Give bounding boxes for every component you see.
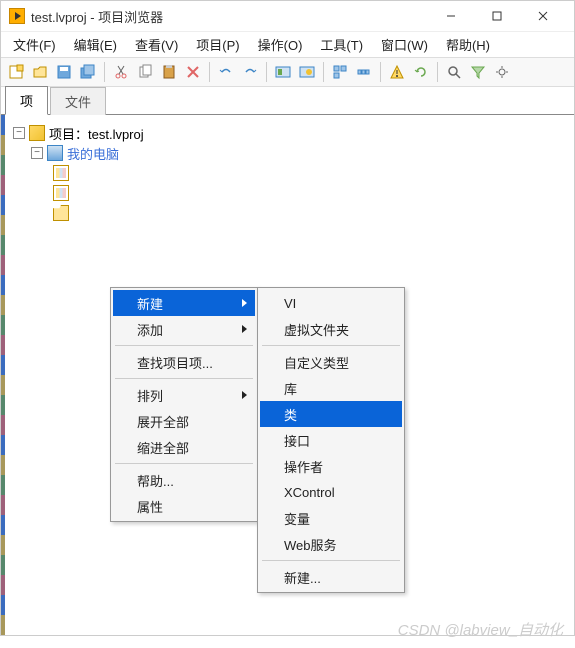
context-menu: 新建添加查找项目项... 排列展开全部缩进全部帮助...属性 xyxy=(110,287,258,522)
app-icon xyxy=(9,8,25,24)
expand-icon[interactable]: − xyxy=(31,147,43,159)
menu-arrange[interactable]: 排列 xyxy=(113,382,255,408)
menu-separator xyxy=(115,463,253,464)
tree-view[interactable]: − 项目：test.lvproj − 我的电脑 新建添加查找项目项... 排列展开… xyxy=(1,115,574,635)
tree-root[interactable]: − 项目：test.lvproj xyxy=(9,123,570,143)
refresh-button[interactable] xyxy=(410,61,432,83)
toolbar-separator xyxy=(104,62,105,82)
window-controls xyxy=(428,1,566,31)
menu-find-project-items[interactable]: 查找项目项... xyxy=(113,349,255,375)
menu-expand-all[interactable]: 展开全部 xyxy=(113,408,255,434)
tree-node-mycomputer[interactable]: − 我的电脑 xyxy=(9,143,570,163)
menu-new-webservice[interactable]: Web服务 xyxy=(260,531,402,557)
menu-collapse-all[interactable]: 缩进全部 xyxy=(113,434,255,460)
menu-new-vi[interactable]: VI xyxy=(260,290,402,316)
context-submenu-new: VI虚拟文件夹自定义类型库类接口操作者XControl变量Web服务新建... xyxy=(257,287,405,593)
show-palette-button[interactable] xyxy=(296,61,318,83)
tree-root-label: 项目：test.lvproj xyxy=(49,124,144,143)
menu-new-class[interactable]: 类 xyxy=(260,401,402,427)
project-icon xyxy=(29,125,45,141)
find-button[interactable] xyxy=(443,61,465,83)
paste-button[interactable] xyxy=(158,61,180,83)
menu-window[interactable]: 窗口(W) xyxy=(373,32,436,57)
submenu-arrow-icon xyxy=(242,325,247,333)
watermark: CSDN @labview_自动化 xyxy=(398,619,563,640)
toolbar-separator xyxy=(209,62,210,82)
menu-file[interactable]: 文件(F) xyxy=(5,32,64,57)
menu-operate[interactable]: 操作(O) xyxy=(250,32,311,57)
menu-separator xyxy=(262,560,400,561)
menu-properties[interactable]: 属性 xyxy=(113,493,255,519)
show-vi-button[interactable] xyxy=(272,61,294,83)
new-vi-button[interactable] xyxy=(5,61,27,83)
menu-project[interactable]: 项目(P) xyxy=(188,32,247,57)
save-button[interactable] xyxy=(53,61,75,83)
expand-icon[interactable]: − xyxy=(13,127,25,139)
cut-button[interactable] xyxy=(110,61,132,83)
menu-new-more[interactable]: 新建... xyxy=(260,564,402,590)
toolbar-separator xyxy=(266,62,267,82)
menu-new-interface[interactable]: 接口 xyxy=(260,427,402,453)
redo-button[interactable] xyxy=(239,61,261,83)
menu-tools[interactable]: 工具(T) xyxy=(312,32,371,57)
tree-node-child[interactable] xyxy=(9,163,570,183)
menu-help[interactable]: 帮助(H) xyxy=(438,32,498,57)
menu-add[interactable]: 添加 xyxy=(113,316,255,342)
menu-separator xyxy=(262,345,400,346)
menu-new-variable[interactable]: 变量 xyxy=(260,505,402,531)
settings-button[interactable] xyxy=(491,61,513,83)
computer-icon xyxy=(47,145,63,161)
project-explorer-window: test.lvproj - 项目浏览器 文件(F) 编辑(E) 查看(V) 项目… xyxy=(0,0,575,636)
menu-separator xyxy=(115,378,253,379)
scroll-stripe xyxy=(1,115,5,635)
menu-new-xcontrol[interactable]: XControl xyxy=(260,479,402,505)
tabbar: 项 文件 xyxy=(1,87,574,115)
menubar: 文件(F) 编辑(E) 查看(V) 项目(P) 操作(O) 工具(T) 窗口(W… xyxy=(1,31,574,57)
menu-new-actor[interactable]: 操作者 xyxy=(260,453,402,479)
arrange-button[interactable] xyxy=(329,61,351,83)
menu-help[interactable]: 帮助... xyxy=(113,467,255,493)
window-title: test.lvproj - 项目浏览器 xyxy=(31,7,428,26)
toolbar-separator xyxy=(380,62,381,82)
filter-button[interactable] xyxy=(467,61,489,83)
maximize-button[interactable] xyxy=(474,1,520,31)
vi-icon xyxy=(53,165,69,181)
menu-new-library[interactable]: 库 xyxy=(260,375,402,401)
submenu-arrow-icon xyxy=(242,391,247,399)
toolbar-separator xyxy=(437,62,438,82)
copy-button[interactable] xyxy=(134,61,156,83)
menu-view[interactable]: 查看(V) xyxy=(127,32,186,57)
vi-icon xyxy=(53,185,69,201)
folder-icon xyxy=(53,205,69,221)
open-button[interactable] xyxy=(29,61,51,83)
tree-node-child[interactable] xyxy=(9,183,570,203)
warning-button[interactable] xyxy=(386,61,408,83)
submenu-arrow-icon xyxy=(242,299,247,307)
menu-new-virtual-folder[interactable]: 虚拟文件夹 xyxy=(260,316,402,342)
toolbar-separator xyxy=(323,62,324,82)
tab-files[interactable]: 文件 xyxy=(50,87,106,115)
distribute-button[interactable] xyxy=(353,61,375,83)
delete-button[interactable] xyxy=(182,61,204,83)
menu-new-custom-type[interactable]: 自定义类型 xyxy=(260,349,402,375)
menu-new[interactable]: 新建 xyxy=(113,290,255,316)
save-all-button[interactable] xyxy=(77,61,99,83)
close-button[interactable] xyxy=(520,1,566,31)
tree-node-child[interactable] xyxy=(9,203,570,223)
menu-edit[interactable]: 编辑(E) xyxy=(66,32,125,57)
tree-node-label: 我的电脑 xyxy=(67,144,119,163)
titlebar[interactable]: test.lvproj - 项目浏览器 xyxy=(1,1,574,31)
menu-separator xyxy=(115,345,253,346)
undo-button[interactable] xyxy=(215,61,237,83)
toolbar xyxy=(1,57,574,87)
minimize-button[interactable] xyxy=(428,1,474,31)
tab-items[interactable]: 项 xyxy=(5,86,48,115)
